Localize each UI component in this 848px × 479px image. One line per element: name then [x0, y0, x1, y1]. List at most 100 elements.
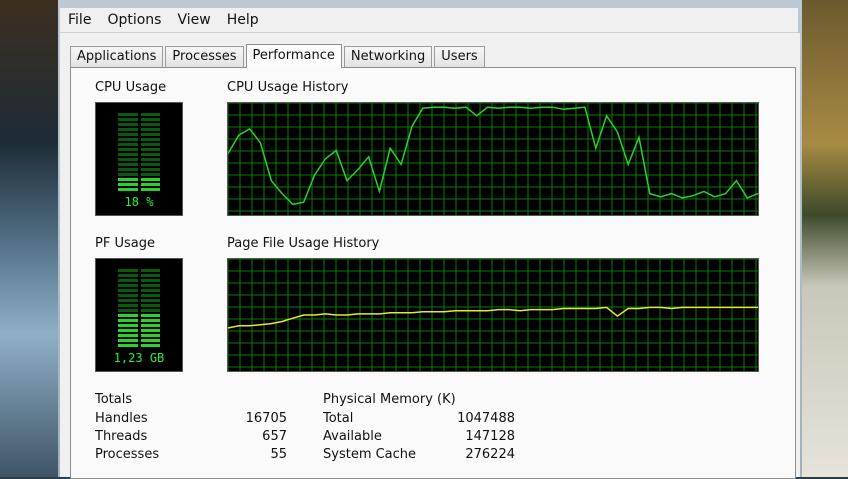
meter-column — [140, 267, 160, 347]
meter-segment — [118, 269, 138, 272]
meter-segment — [140, 294, 160, 297]
physical-memory-section: Physical Memory (K) Total 1047488 Availab… — [323, 392, 515, 464]
series-line — [228, 106, 758, 206]
meter-segment — [140, 289, 160, 292]
task-manager-window: File Options View Help Applications Proc… — [58, 0, 802, 479]
meter-segment — [140, 309, 160, 312]
totals-row: Handles 16705 — [95, 410, 287, 428]
meter-segment — [118, 178, 138, 181]
memory-row: Available 147128 — [323, 428, 515, 446]
cpu-history-label: CPU Usage History — [227, 80, 349, 95]
meter-segment — [118, 284, 138, 287]
meter-segment — [118, 138, 138, 141]
history-graph-svg — [228, 259, 758, 371]
meter-segment — [118, 153, 138, 156]
meter-segment — [140, 178, 160, 181]
meter-segment — [118, 344, 138, 347]
meter-segment — [140, 143, 160, 146]
meter-segment — [118, 304, 138, 307]
meter-segment — [140, 113, 160, 116]
memory-row-label: Available — [323, 429, 382, 444]
cpu-usage-label: CPU Usage — [95, 80, 167, 95]
history-graph-svg — [228, 103, 758, 215]
pf-usage-label: PF Usage — [95, 236, 155, 251]
tab-performance[interactable]: Performance — [245, 44, 342, 68]
physical-memory-title: Physical Memory (K) — [323, 392, 456, 407]
meter-segment — [140, 118, 160, 121]
memory-row: System Cache 276224 — [323, 446, 515, 464]
meter-segment — [140, 279, 160, 282]
meter-segment — [118, 324, 138, 327]
meter-segment — [140, 128, 160, 131]
totals-row: Processes 55 — [95, 446, 287, 464]
meter-segment — [118, 319, 138, 322]
meter-segment — [140, 173, 160, 176]
meter-segment — [118, 274, 138, 277]
meter-segment — [118, 118, 138, 121]
meter-segment — [140, 304, 160, 307]
meter-segment — [140, 284, 160, 287]
pf-usage-value: 1,23 GB — [113, 351, 165, 365]
meter-segment — [118, 113, 138, 116]
menu-file[interactable]: File — [60, 12, 99, 28]
page-file-usage-history-graph — [227, 258, 759, 372]
menu-bar: File Options View Help — [60, 8, 798, 33]
totals-row-value: 55 — [270, 447, 287, 462]
totals-row-value: 16705 — [245, 411, 287, 426]
tab-bar: Applications Processes Performance Netwo… — [70, 43, 487, 68]
memory-row-label: System Cache — [323, 447, 417, 462]
meter-segment — [118, 334, 138, 337]
tab-networking[interactable]: Networking — [343, 46, 433, 67]
meter-segment — [140, 334, 160, 337]
meter-segment — [140, 153, 160, 156]
totals-row-value: 657 — [262, 429, 287, 444]
pf-usage-meter: 1,23 GB — [95, 258, 183, 372]
pf-history-label: Page File Usage History — [227, 236, 380, 251]
meter-segment — [140, 319, 160, 322]
totals-row-label: Threads — [95, 429, 148, 444]
cpu-usage-value: 18 % — [124, 195, 154, 209]
meter-segment — [140, 138, 160, 141]
memory-row-value: 276224 — [465, 447, 515, 462]
meter-segment — [140, 314, 160, 317]
totals-row-label: Processes — [95, 447, 160, 462]
cpu-usage-history-graph — [227, 102, 759, 216]
meter-segment — [118, 123, 138, 126]
meter-column — [118, 267, 138, 347]
meter-column — [118, 111, 138, 191]
meter-segment — [140, 269, 160, 272]
totals-row-label: Handles — [95, 411, 148, 426]
meter-segment — [118, 168, 138, 171]
meter-segment — [140, 168, 160, 171]
meter-segment — [140, 183, 160, 186]
meter-segment — [140, 133, 160, 136]
meter-segment — [140, 274, 160, 277]
meter-segment — [118, 314, 138, 317]
meter-segment — [140, 163, 160, 166]
meter-segment — [140, 148, 160, 151]
performance-panel: CPU Usage 18 % CPU Usage History PF Usag… — [70, 67, 796, 479]
pf-meter-bars — [118, 267, 160, 347]
tab-processes[interactable]: Processes — [165, 46, 244, 67]
tab-users[interactable]: Users — [434, 46, 485, 67]
meter-segment — [118, 183, 138, 186]
client-area: Applications Processes Performance Netwo… — [60, 33, 800, 479]
menu-help[interactable]: Help — [219, 12, 267, 28]
desktop-background-left — [0, 0, 58, 477]
desktop-background-right — [802, 0, 848, 477]
memory-row-value: 147128 — [465, 429, 515, 444]
memory-row-value: 1047488 — [457, 411, 515, 426]
series-line — [228, 306, 758, 329]
meter-segment — [118, 188, 138, 191]
tab-applications[interactable]: Applications — [70, 46, 164, 67]
meter-segment — [140, 299, 160, 302]
meter-segment — [118, 143, 138, 146]
meter-segment — [118, 309, 138, 312]
meter-segment — [118, 158, 138, 161]
meter-segment — [140, 344, 160, 347]
menu-view[interactable]: View — [169, 12, 218, 28]
meter-segment — [140, 158, 160, 161]
meter-segment — [118, 173, 138, 176]
menu-options[interactable]: Options — [99, 12, 169, 28]
memory-row-label: Total — [323, 411, 354, 426]
